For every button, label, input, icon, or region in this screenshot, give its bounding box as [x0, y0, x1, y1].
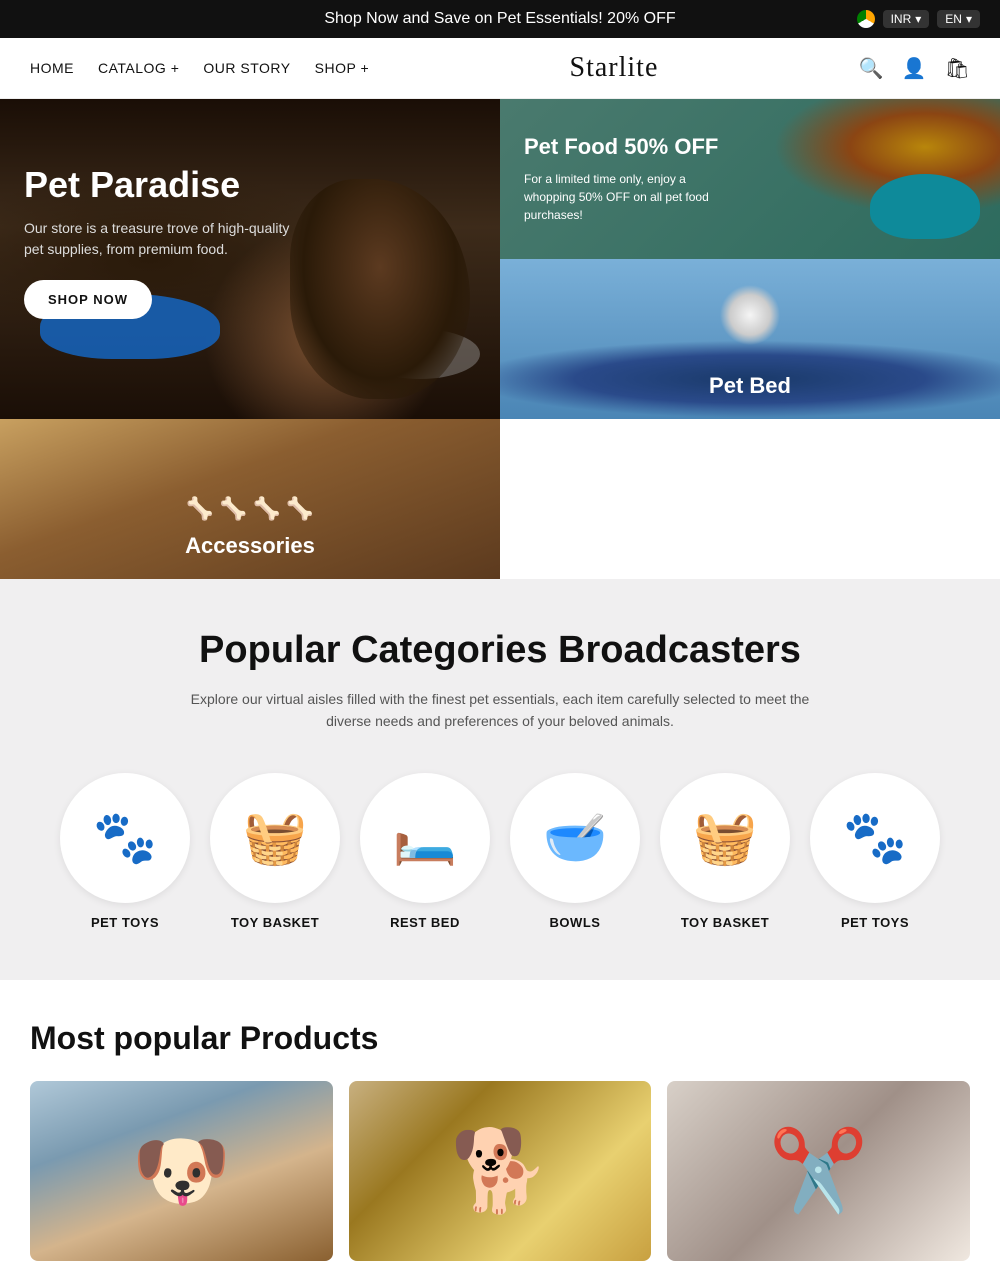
nav-actions: 🔍 👤 🛍 — [859, 56, 970, 81]
hero-acc-label: Accessories — [185, 533, 315, 559]
category-circle-2: 🧺 — [210, 773, 340, 903]
category-pet-toys-2[interactable]: 🐾 PET TOYS — [810, 773, 940, 930]
hero-food-content: Pet Food 50% OFF For a limited time only… — [524, 134, 724, 224]
hero-pet-bed: Pet Bed — [500, 259, 1000, 419]
categories-title: Popular Categories Broadcasters — [30, 629, 970, 672]
nav-catalog[interactable]: CATALOG + — [98, 60, 179, 76]
popular-title: Most popular Products — [30, 1020, 970, 1057]
categories-grid: 🐾 PET TOYS 🧺 TOY BASKET 🛏️ REST BED 🥣 BO… — [30, 773, 970, 930]
category-circle-6: 🐾 — [810, 773, 940, 903]
category-pet-toys-1[interactable]: 🐾 PET TOYS — [60, 773, 190, 930]
language-label: EN — [945, 12, 962, 26]
language-chevron: ▾ — [966, 12, 972, 26]
hero-food: Pet Food 50% OFF For a limited time only… — [500, 99, 1000, 259]
site-logo: Starlite — [570, 52, 659, 84]
category-label-3: BOWLS — [550, 915, 601, 930]
category-label-5: PET TOYS — [841, 915, 909, 930]
category-label-2: REST BED — [390, 915, 460, 930]
category-circle-5: 🧺 — [660, 773, 790, 903]
category-label-0: PET TOYS — [91, 915, 159, 930]
hero-main: Pet Paradise Our store is a treasure tro… — [0, 99, 500, 419]
popular-section: Most popular Products 🐶 🐕 ✂️ — [0, 980, 1000, 1281]
categories-desc: Explore our virtual aisles filled with t… — [180, 688, 820, 733]
navbar: HOME CATALOG + OUR STORY SHOP + Starlite… — [0, 38, 1000, 99]
bowls-icon: 🥣 — [543, 807, 608, 868]
hero-title: Pet Paradise — [24, 164, 304, 206]
currency-selector[interactable]: INR ▾ — [883, 10, 930, 28]
hero-food-title: Pet Food 50% OFF — [524, 134, 724, 160]
category-circle-1: 🐾 — [60, 773, 190, 903]
hero-main-content: Pet Paradise Our store is a treasure tro… — [24, 164, 304, 319]
currency-label: INR — [891, 12, 912, 26]
language-selector[interactable]: EN ▾ — [937, 10, 980, 28]
nav-home[interactable]: HOME — [30, 60, 74, 76]
category-label-4: TOY BASKET — [681, 915, 769, 930]
currency-chevron: ▾ — [915, 12, 921, 26]
banner-right: INR ▾ EN ▾ — [857, 10, 980, 28]
category-label-1: TOY BASKET — [231, 915, 319, 930]
category-bowls[interactable]: 🥣 BOWLS — [510, 773, 640, 930]
category-toy-basket-2[interactable]: 🧺 TOY BASKET — [660, 773, 790, 930]
pet-toys-icon-1: 🐾 — [93, 807, 158, 868]
category-circle-3: 🛏️ — [360, 773, 490, 903]
category-circle-4: 🥣 — [510, 773, 640, 903]
product-img-dog: 🐶 — [132, 1124, 232, 1218]
product-card-0[interactable]: 🐶 — [30, 1081, 333, 1261]
banner-text: Shop Now and Save on Pet Essentials! 20%… — [324, 10, 675, 28]
hero-description: Our store is a treasure trove of high-qu… — [24, 218, 304, 260]
toy-basket-icon-2: 🧺 — [693, 807, 758, 868]
product-card-2[interactable]: ✂️ — [667, 1081, 970, 1261]
nav-shop[interactable]: SHOP + — [315, 60, 370, 76]
shop-now-button[interactable]: SHOP NOW — [24, 280, 152, 319]
rest-bed-icon: 🛏️ — [393, 807, 458, 868]
categories-section: Popular Categories Broadcasters Explore … — [0, 579, 1000, 980]
search-icon[interactable]: 🔍 — [859, 56, 884, 81]
top-banner: Shop Now and Save on Pet Essentials! 20%… — [0, 0, 1000, 38]
toy-basket-icon-1: 🧺 — [243, 807, 308, 868]
product-img-chihuahua: 🐕 — [450, 1124, 550, 1218]
flag-icon — [857, 10, 875, 28]
category-toy-basket-1[interactable]: 🧺 TOY BASKET — [210, 773, 340, 930]
product-card-1[interactable]: 🐕 — [349, 1081, 652, 1261]
product-img-grooming: ✂️ — [769, 1124, 869, 1218]
nav-links: HOME CATALOG + OUR STORY SHOP + — [30, 60, 369, 76]
hero-bed-label: Pet Bed — [709, 373, 791, 399]
hero-accessories: Accessories 🦴🦴🦴🦴 — [0, 419, 500, 579]
cart-icon[interactable]: 🛍 — [945, 56, 970, 81]
hero-food-desc: For a limited time only, enjoy a whoppin… — [524, 170, 724, 224]
products-grid: 🐶 🐕 ✂️ — [30, 1081, 970, 1261]
account-icon[interactable]: 👤 — [902, 56, 927, 81]
pet-toys-icon-2: 🐾 — [843, 807, 908, 868]
category-rest-bed[interactable]: 🛏️ REST BED — [360, 773, 490, 930]
nav-our-story[interactable]: OUR STORY — [203, 60, 290, 76]
hero-section: Pet Paradise Our store is a treasure tro… — [0, 99, 1000, 579]
